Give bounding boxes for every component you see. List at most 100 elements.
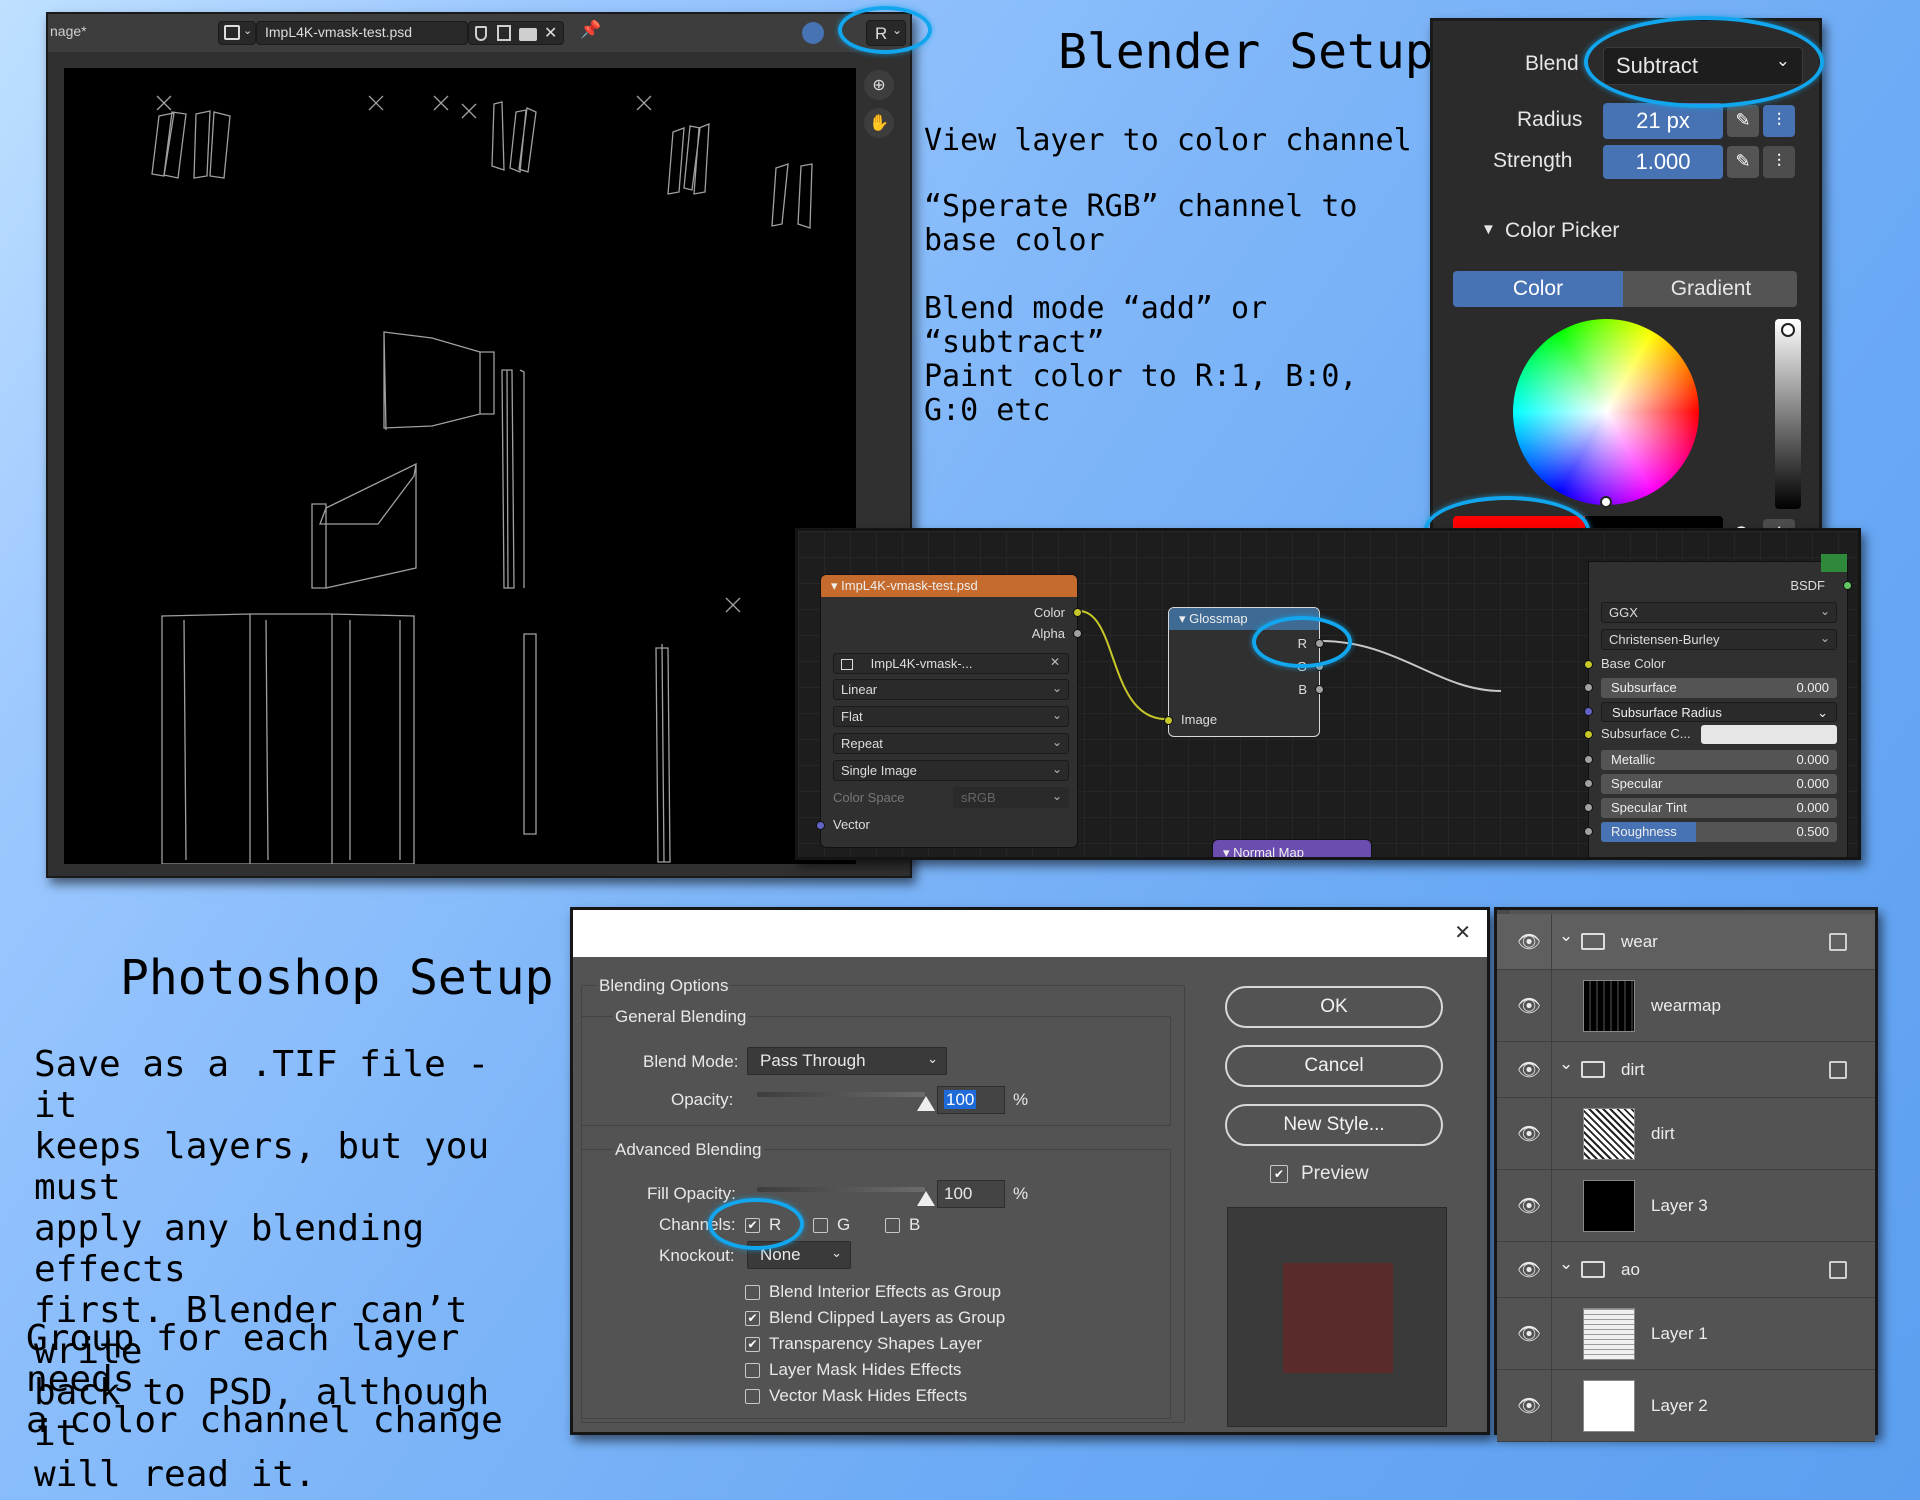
- zoom-icon[interactable]: ⊕: [864, 70, 894, 100]
- shader-node-editor[interactable]: ▾ ImpL4K-vmask-test.psd Color Alpha ImpL…: [795, 528, 1861, 860]
- interpolation-dropdown[interactable]: Linear ⌄: [833, 679, 1069, 700]
- input-subsurface-socket[interactable]: [1584, 683, 1593, 692]
- bsdf-metallic[interactable]: Metallic 0.000: [1601, 750, 1837, 770]
- editor-tab-title[interactable]: nage*: [50, 23, 87, 39]
- principled-bsdf-node[interactable]: BSDF GGX ⌄ Christensen-Burley ⌄ Base Color…: [1584, 554, 1852, 857]
- bsdf-roughness[interactable]: Roughness 0.500: [1601, 822, 1837, 842]
- extension-dropdown[interactable]: Repeat ⌄: [833, 733, 1069, 754]
- strength-field[interactable]: 1.000: [1603, 145, 1723, 179]
- visibility-eye-icon[interactable]: 👁: [1517, 1122, 1541, 1145]
- bsdf-specular-tint[interactable]: Specular Tint 0.000: [1601, 798, 1837, 818]
- input-specular-socket[interactable]: [1584, 779, 1593, 788]
- layer-group-row[interactable]: 👁 ⌄ dirt: [1497, 1042, 1875, 1098]
- collapse-triangle-icon[interactable]: ▾: [1223, 845, 1233, 857]
- bsdf-specular[interactable]: Specular 0.000: [1601, 774, 1837, 794]
- visibility-eye-icon[interactable]: 👁: [1517, 1394, 1541, 1417]
- layer-row[interactable]: 👁 Layer 1: [1497, 1298, 1875, 1370]
- input-subsurface-color-socket[interactable]: [1584, 730, 1593, 739]
- projection-dropdown[interactable]: Flat ⌄: [833, 706, 1069, 727]
- unified-strength-icon[interactable]: ⫶: [1763, 146, 1795, 178]
- group-options-icon[interactable]: [1829, 933, 1847, 951]
- brightness-slider-handle[interactable]: [1781, 323, 1795, 337]
- brightness-slider[interactable]: [1775, 319, 1801, 509]
- hand-pan-icon[interactable]: ✋: [864, 108, 894, 138]
- fake-user-shield-icon[interactable]: [475, 26, 487, 41]
- chevron-down-icon[interactable]: ⌄: [1559, 1254, 1573, 1274]
- option-checkbox[interactable]: [745, 1285, 760, 1300]
- option-checkbox[interactable]: [745, 1363, 760, 1378]
- output-color-socket[interactable]: [1073, 608, 1082, 617]
- fill-opacity-slider[interactable]: [757, 1187, 925, 1192]
- input-subsurface-radius-socket[interactable]: [1584, 707, 1593, 716]
- output-b-socket[interactable]: [1315, 685, 1324, 694]
- pressure-icon[interactable]: ✎: [1727, 105, 1759, 137]
- color-picker-label[interactable]: Color Picker: [1505, 219, 1619, 243]
- subsurface-color-swatch[interactable]: [1701, 725, 1837, 744]
- cancel-button[interactable]: Cancel: [1225, 1045, 1443, 1087]
- collapse-triangle-icon[interactable]: ▾: [831, 578, 841, 593]
- fill-opacity-slider-thumb[interactable]: [917, 1191, 935, 1206]
- input-roughness-socket[interactable]: [1584, 827, 1593, 836]
- image-datablock-field[interactable]: ImpL4K-vmask-... ✕: [833, 653, 1069, 674]
- distribution-dropdown[interactable]: GGX ⌄: [1601, 602, 1837, 623]
- opacity-slider-thumb[interactable]: [917, 1096, 935, 1111]
- visibility-eye-icon[interactable]: 👁: [1517, 1058, 1541, 1081]
- input-image-socket[interactable]: [1164, 716, 1173, 725]
- folder-icon[interactable]: [519, 28, 537, 41]
- collapse-triangle-icon[interactable]: ▼: [1481, 221, 1496, 238]
- input-base-color-socket[interactable]: [1584, 660, 1593, 669]
- channel-g-checkbox[interactable]: [813, 1218, 828, 1233]
- image-texture-node[interactable]: ▾ ImpL4K-vmask-test.psd Color Alpha ImpL…: [816, 574, 1082, 848]
- input-specular-tint-socket[interactable]: [1584, 803, 1593, 812]
- bsdf-subsurface-radius[interactable]: Subsurface Radius ⌄: [1601, 702, 1837, 722]
- image-browse-button[interactable]: ⌄: [218, 21, 256, 45]
- visibility-eye-icon[interactable]: 👁: [1517, 1322, 1541, 1345]
- visibility-eye-icon[interactable]: 👁: [1517, 930, 1541, 953]
- visibility-eye-icon[interactable]: 👁: [1517, 1258, 1541, 1281]
- output-alpha-socket[interactable]: [1073, 629, 1082, 638]
- close-icon[interactable]: ✕: [1050, 655, 1060, 669]
- bsdf-subsurface[interactable]: Subsurface 0.000: [1601, 678, 1837, 698]
- option-checkbox[interactable]: [745, 1389, 760, 1404]
- layer-group-row[interactable]: 👁 ⌄ ao: [1497, 1242, 1875, 1298]
- visibility-eye-icon[interactable]: 👁: [1517, 994, 1541, 1017]
- pressure-icon[interactable]: ✎: [1727, 146, 1759, 178]
- color-wheel-cursor[interactable]: [1600, 496, 1612, 508]
- preview-checkbox[interactable]: ✔: [1270, 1165, 1288, 1183]
- chevron-down-icon[interactable]: ⌄: [1559, 926, 1573, 946]
- option-checkbox[interactable]: ✔: [745, 1311, 760, 1326]
- unified-size-icon[interactable]: ⫶: [1763, 105, 1795, 137]
- fill-opacity-input[interactable]: 100: [937, 1180, 1005, 1208]
- overlay-icon[interactable]: [802, 22, 824, 44]
- ok-button[interactable]: OK: [1225, 986, 1443, 1028]
- opacity-slider[interactable]: [757, 1092, 925, 1097]
- chevron-down-icon[interactable]: ⌄: [1559, 1054, 1573, 1074]
- collapse-triangle-icon[interactable]: ▾: [1179, 611, 1189, 626]
- option-checkbox[interactable]: ✔: [745, 1337, 760, 1352]
- tab-gradient[interactable]: Gradient: [1625, 271, 1797, 307]
- color-wheel[interactable]: [1513, 319, 1699, 508]
- source-dropdown[interactable]: Single Image ⌄: [833, 760, 1069, 781]
- close-icon[interactable]: ✕: [544, 23, 557, 43]
- opacity-input[interactable]: 100: [937, 1086, 1005, 1114]
- visibility-eye-icon[interactable]: 👁: [1517, 1194, 1541, 1217]
- image-canvas[interactable]: [64, 68, 856, 864]
- pin-icon[interactable]: 📌: [580, 20, 601, 40]
- blend-mode-dropdown[interactable]: Pass Through ⌄: [747, 1047, 947, 1075]
- image-texture-node-header[interactable]: ▾ ImpL4K-vmask-test.psd: [821, 575, 1077, 597]
- input-vector-socket[interactable]: [816, 821, 825, 830]
- input-metallic-socket[interactable]: [1584, 755, 1593, 764]
- layer-row[interactable]: 👁 wearmap: [1497, 970, 1875, 1042]
- duplicate-icon[interactable]: [497, 25, 511, 41]
- new-style-button[interactable]: New Style...: [1225, 1104, 1443, 1146]
- channel-b-checkbox[interactable]: [885, 1218, 900, 1233]
- normal-map-node[interactable]: ▾ Normal Map: [1212, 839, 1372, 857]
- image-name-field[interactable]: ImpL4K-vmask-test.psd: [256, 21, 468, 45]
- close-icon[interactable]: ✕: [1454, 920, 1471, 945]
- subsurface-method-dropdown[interactable]: Christensen-Burley ⌄: [1601, 629, 1837, 650]
- layer-row[interactable]: 👁 Layer 3: [1497, 1170, 1875, 1242]
- layer-row[interactable]: 👁 dirt: [1497, 1098, 1875, 1170]
- radius-field[interactable]: 21 px: [1603, 103, 1723, 139]
- group-options-icon[interactable]: [1829, 1061, 1847, 1079]
- layer-group-row[interactable]: 👁 ⌄ wear: [1497, 914, 1875, 970]
